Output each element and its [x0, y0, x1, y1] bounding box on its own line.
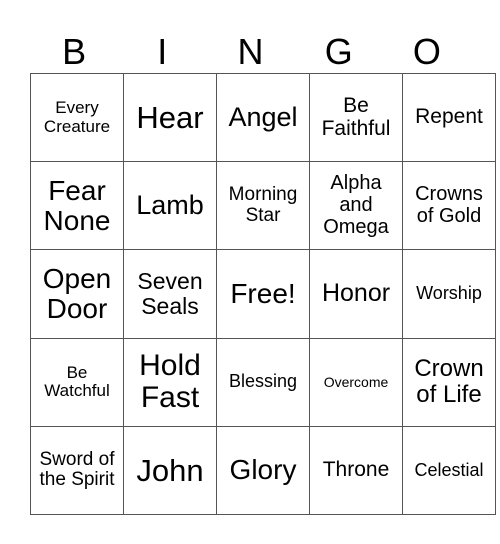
bingo-cell[interactable]: Angel [216, 72, 310, 163]
bingo-cell[interactable]: Free! [216, 249, 310, 339]
bingo-cell[interactable]: Lamb [123, 161, 217, 251]
header-letter-b: B [62, 31, 87, 72]
bingo-cell[interactable]: Every Creature [30, 72, 124, 163]
bingo-cell[interactable]: Fear None [30, 161, 124, 251]
bingo-row: Sword of the Spirit John Glory Throne Celest… [30, 425, 496, 516]
bingo-row: Open Door Seven Seals Free! Honor Worship [30, 249, 496, 339]
bingo-row: Fear None Lamb Morning Star Alpha and Omega… [30, 161, 496, 251]
bingo-row: Every Creature Hear Angel Be Faithful Repent [30, 72, 496, 163]
bingo-cell[interactable]: Crown of Life [402, 337, 496, 427]
header-letter-o: O [412, 31, 441, 72]
bingo-header: B I N G O [30, 30, 471, 72]
bingo-cell[interactable]: Open Door [30, 249, 124, 339]
header-letter-i: I [157, 31, 168, 72]
bingo-cell[interactable]: Honor [309, 249, 403, 339]
bingo-cell[interactable]: Blessing [216, 337, 310, 427]
bingo-row: Be Watchful Hold Fast Blessing Overcome Crow… [30, 337, 496, 427]
bingo-cell[interactable]: Throne [309, 425, 403, 516]
bingo-cell[interactable]: Overcome [309, 337, 403, 427]
bingo-cell[interactable]: Celestial [402, 425, 496, 516]
bingo-grid: Every Creature Hear Angel Be Faithful Repent… [30, 72, 496, 516]
bingo-cell[interactable]: Be Watchful [30, 337, 124, 427]
bingo-cell[interactable]: Worship [402, 249, 496, 339]
bingo-cell[interactable]: Seven Seals [123, 249, 217, 339]
bingo-cell[interactable]: Sword of the Spirit [30, 425, 124, 516]
bingo-cell[interactable]: Morning Star [216, 161, 310, 251]
bingo-cell[interactable]: John [123, 425, 217, 516]
bingo-cell[interactable]: Repent [402, 72, 496, 163]
bingo-cell[interactable]: Crowns of Gold [402, 161, 496, 251]
bingo-cell[interactable]: Glory [216, 425, 310, 516]
bingo-cell[interactable]: Hear [123, 72, 217, 163]
bingo-cell[interactable]: Hold Fast [123, 337, 217, 427]
header-letter-g: G [324, 31, 353, 72]
bingo-cell[interactable]: Alpha and Omega [309, 161, 403, 251]
bingo-cell[interactable]: Be Faithful [309, 72, 403, 163]
header-letter-n: N [237, 31, 264, 72]
